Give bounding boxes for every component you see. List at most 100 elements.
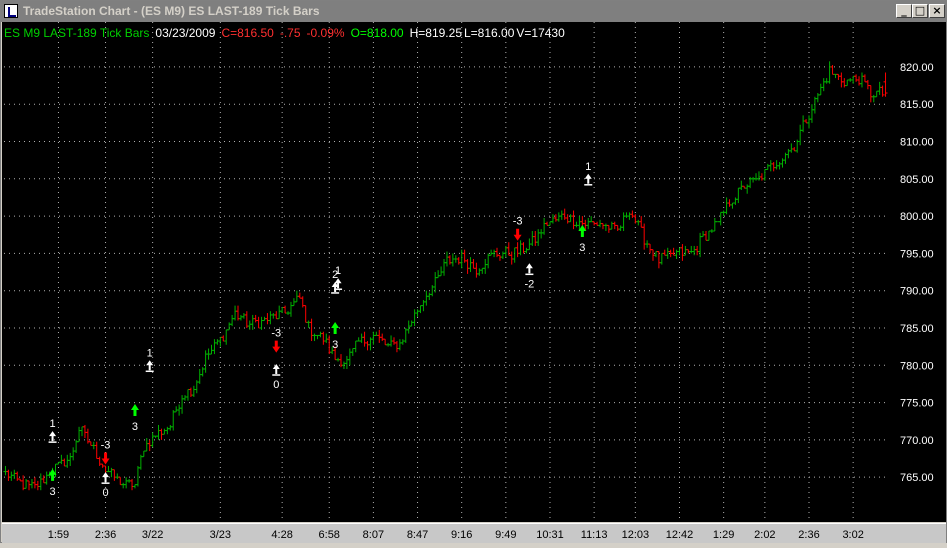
minimize-button[interactable]: _ (896, 4, 912, 18)
price-chart[interactable]: 310-3310-3321-3-231 765.00770.00775.0078… (2, 22, 946, 522)
y-axis: 765.00 770.00 775.00 780.00 785.00 790.00 795.… (900, 62, 934, 484)
ohlc-bar (839, 72, 844, 88)
ohlc-bar (394, 341, 399, 353)
ohlc-bar (571, 210, 576, 230)
ohlc-bar (804, 119, 809, 124)
trade-marker-exit: 0 (272, 364, 281, 391)
ohlc-bar (851, 75, 856, 84)
trade-marker-label: 3 (132, 421, 138, 433)
ohlc-bar (509, 251, 514, 265)
trade-marker-label: 1 (147, 347, 153, 359)
ohlc-bar (82, 424, 87, 439)
ohlc-bar (621, 212, 626, 232)
ohlc-bar (144, 438, 149, 452)
y-tick-label: 785.00 (900, 323, 934, 335)
ohlc-bar (524, 247, 529, 254)
ohlc-bar (29, 479, 34, 489)
ohlc-bar (344, 355, 349, 370)
trade-marker-sell: -3 (271, 328, 281, 353)
ohlc-bar (512, 247, 517, 263)
high-label: H=819.25 (409, 26, 462, 40)
ohlc-bar (677, 247, 682, 256)
trade-marker-label: -3 (101, 440, 111, 452)
x-tick-label: 4:28 (271, 529, 292, 541)
ohlc-bar (480, 267, 485, 274)
ohlc-bar (280, 306, 285, 314)
ohlc-bar (756, 171, 761, 181)
ohlc-bar (221, 335, 226, 342)
ohlc-bar (247, 320, 252, 330)
trade-marker-sell: -3 (513, 216, 523, 241)
x-tick-label: 2:36 (798, 529, 819, 541)
trade-marker-buy: 3 (130, 404, 139, 433)
ohlc-bar (662, 249, 667, 256)
change-pct-label: -0.09% (306, 26, 345, 40)
ohlc-bar (359, 333, 364, 343)
ohlc-bar (209, 344, 214, 355)
x-tick-label: 3/22 (142, 529, 163, 541)
trade-marker-exit: 0 (101, 472, 110, 499)
ohlc-bar (636, 219, 641, 226)
ohlc-bar (418, 305, 423, 314)
x-tick-label: 3:02 (842, 529, 863, 541)
x-tick-label: 3/23 (210, 529, 231, 541)
maximize-button[interactable]: □ (912, 4, 928, 18)
ohlc-bar (303, 305, 308, 323)
ohlc-bar (730, 202, 735, 209)
ohlc-bar (12, 469, 17, 480)
ohlc-bar (130, 479, 135, 491)
ohlc-bar (754, 173, 759, 181)
ohlc-bar (489, 249, 494, 256)
ohlc-bar (6, 469, 11, 481)
ohlc-bar (883, 72, 888, 97)
window-title: TradeStation Chart - (ES M9) ES LAST-189… (23, 4, 320, 18)
ohlc-bar (77, 426, 82, 443)
ohlc-bar (215, 339, 220, 345)
trade-marker-label: 3 (50, 486, 56, 498)
title-bar[interactable]: TradeStation Chart - (ES M9) ES LAST-189… (1, 1, 946, 22)
ohlc-bar (630, 210, 635, 218)
ohlc-bar (468, 257, 473, 273)
ohlc-bar (191, 385, 196, 397)
ohlc-bar (374, 331, 379, 336)
app-icon[interactable] (4, 4, 18, 18)
status-line: ES M9 LAST-189 Tick Bars 03/23/2009 C=816.… (4, 26, 571, 40)
ohlc-bar (265, 313, 270, 325)
ohlc-bar (671, 247, 676, 256)
ohlc-bar (827, 61, 832, 84)
ohlc-bar (833, 73, 838, 79)
ohlc-bar (406, 320, 411, 334)
y-tick-label: 795.00 (900, 248, 934, 260)
trade-marker-buy: 3 (578, 225, 587, 254)
horizontal-scrollbar[interactable]: 1:59 2:36 3/22 3/23 4:28 6:58 8:07 8:47 9:16 9:49… (2, 523, 946, 543)
y-tick-label: 820.00 (900, 62, 934, 74)
low-label: L=816.00 (464, 26, 515, 40)
ohlc-bar (474, 262, 479, 278)
ohlc-bar (515, 242, 520, 258)
ohlc-bar (703, 231, 708, 241)
ohlc-bar (297, 292, 302, 299)
ohlc-bar (288, 301, 293, 317)
ohlc-bar (659, 252, 664, 265)
trade-marker-label: 1 (335, 265, 341, 277)
chart-plot-area[interactable]: 3 1 0 -3 3 1 0 -3 3 2 1 -3 -2 3 1 765.00 770.00 775.00 78… (2, 22, 946, 522)
trade-marker-label: 1 (585, 161, 591, 173)
ohlc-bar (798, 124, 803, 146)
ohlc-bar (821, 78, 826, 92)
ohlc-bar (397, 339, 402, 351)
ohlc-bar (156, 424, 161, 440)
ohlc-bar (433, 272, 438, 293)
ohlc-bar (253, 314, 258, 323)
ohlc-bar (615, 224, 620, 232)
x-tick-label: 12:03 (622, 529, 650, 541)
ohlc-bar (706, 230, 711, 241)
ohlc-bar (183, 395, 188, 401)
ohlc-bar (874, 90, 879, 98)
close-button[interactable]: × (929, 4, 945, 18)
ohlc-bar (259, 316, 264, 330)
ohlc-bar (695, 245, 700, 256)
ohlc-bar (656, 251, 661, 269)
ohlc-bar (324, 333, 329, 343)
ohlc-bar (271, 313, 276, 319)
ohlc-bar (724, 197, 729, 215)
